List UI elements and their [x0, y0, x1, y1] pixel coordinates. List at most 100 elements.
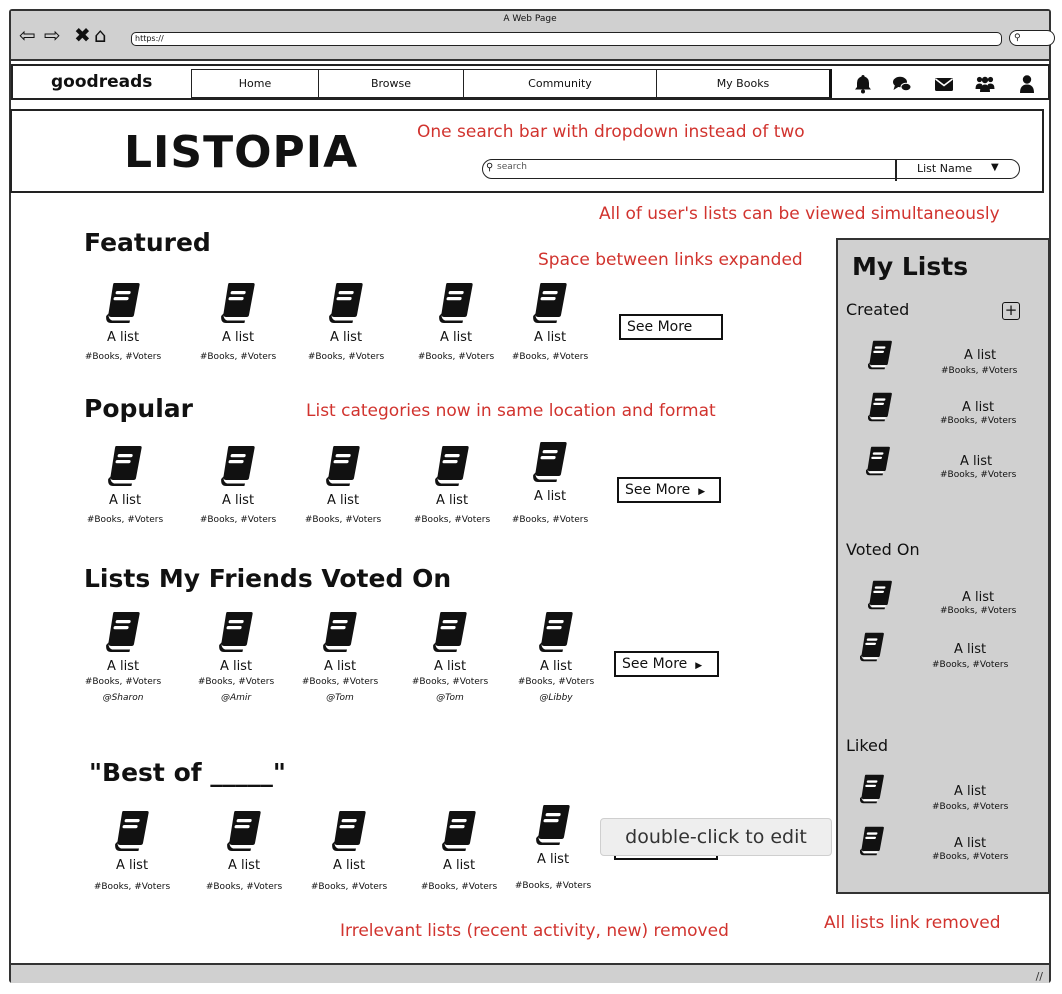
list-item[interactable]: A list #Books, #Voters [73, 282, 173, 362]
search-icon: ⚲ [1014, 33, 1021, 43]
list-title: A list [442, 858, 476, 873]
created-heading: Created [846, 300, 910, 319]
see-more-label: See More [627, 319, 693, 335]
goodreads-logo[interactable]: goodreads [51, 72, 152, 92]
list-tags: #Books, #Voters [413, 515, 491, 525]
book-icon [856, 774, 888, 804]
list-tags: #Books, #Voters [932, 802, 1009, 812]
section-title-featured: Featured [84, 228, 211, 257]
list-item[interactable]: A list #Books, #Voters [299, 810, 399, 892]
search-icon: ⚲ [486, 162, 494, 173]
book-icon [441, 810, 477, 852]
friend-username[interactable]: @Libby [506, 693, 606, 703]
voted-on-heading: Voted On [846, 540, 920, 559]
friend-username[interactable]: @Amir [186, 693, 286, 703]
list-tags: #Books, #Voters [941, 366, 1018, 376]
list-title: A list [954, 836, 987, 851]
list-item[interactable]: A list #Books, #Voters @Sharon [73, 611, 173, 703]
list-tags: #Books, #Voters [940, 416, 1017, 426]
annotation-search: One search bar with dropdown instead of … [417, 122, 805, 142]
section-title-best-of: "Best of _____" [89, 758, 286, 787]
list-item[interactable]: A list #Books, #Voters [402, 445, 502, 525]
list-item[interactable]: A list #Books, #Voters [194, 810, 294, 892]
browser-search-field[interactable]: ⚲ [1009, 30, 1055, 46]
see-more-button[interactable]: See More ▶ [617, 477, 721, 503]
list-item[interactable]: A list #Books, #Voters @Amir [186, 611, 286, 703]
section-title-friends-voted: Lists My Friends Voted On [84, 564, 452, 593]
list-item[interactable]: A list #Books, #Voters [500, 441, 600, 525]
back-icon[interactable]: ⇦ [19, 25, 36, 45]
home-icon[interactable]: ⌂ [94, 25, 107, 45]
list-tags: #Books, #Voters [417, 352, 495, 362]
forward-icon[interactable]: ⇨ [44, 25, 61, 45]
friend-username[interactable]: @Tom [400, 693, 500, 703]
list-item[interactable]: A list #Books, #Voters @Tom [400, 611, 500, 703]
resize-grip-icon[interactable]: // [1036, 970, 1043, 983]
book-icon [856, 632, 888, 662]
chevron-down-icon[interactable]: ▼ [991, 162, 999, 173]
list-title: A list [115, 858, 149, 873]
list-title: A list [536, 852, 570, 867]
list-item[interactable]: A list #Books, #Voters [503, 804, 603, 891]
list-tags: #Books, #Voters [411, 677, 489, 687]
mail-icon[interactable] [934, 74, 954, 94]
list-title: A list [106, 659, 140, 674]
list-tags: #Books, #Voters [199, 352, 277, 362]
list-item[interactable]: A list #Books, #Voters [409, 810, 509, 892]
list-item[interactable]: A list #Books, #Voters [188, 282, 288, 362]
list-tags: #Books, #Voters [86, 515, 164, 525]
friend-username[interactable]: @Sharon [73, 693, 173, 703]
list-item[interactable]: A list #Books, #Voters [75, 445, 175, 525]
nav-browse[interactable]: Browse [319, 70, 464, 97]
list-title: A list [962, 400, 995, 415]
friends-icon[interactable] [975, 74, 995, 94]
bell-icon[interactable] [853, 74, 873, 94]
list-item[interactable]: A list #Books, #Voters [293, 445, 393, 525]
book-icon [226, 810, 262, 852]
list-title: A list [329, 330, 363, 345]
book-icon [325, 445, 361, 487]
nav-my-books[interactable]: My Books [657, 70, 829, 97]
chat-icon[interactable] [892, 74, 912, 94]
list-title: A list [108, 493, 142, 508]
list-item[interactable]: A list #Books, #Voters [500, 282, 600, 362]
annotation-categories: List categories now in same location and… [306, 401, 716, 421]
book-icon [105, 611, 141, 653]
search-input[interactable]: search [497, 162, 527, 172]
list-tags: #Books, #Voters [420, 882, 498, 892]
book-icon [220, 445, 256, 487]
list-tags: #Books, #Voters [93, 882, 171, 892]
nav-home[interactable]: Home [192, 70, 319, 97]
annotation-all-lists-link: All lists link removed [824, 913, 1001, 933]
book-icon [864, 580, 896, 610]
book-icon [432, 611, 468, 653]
annotation-spacing: Space between links expanded [538, 250, 803, 270]
user-icon[interactable] [1017, 74, 1037, 94]
add-list-button[interactable]: + [1002, 302, 1020, 320]
list-item[interactable]: A list #Books, #Voters @Libby [506, 611, 606, 703]
see-more-button[interactable]: See More [619, 314, 723, 340]
search-type-dropdown[interactable]: List Name [917, 162, 972, 175]
search-divider [895, 159, 897, 181]
close-icon[interactable]: ✖ [74, 25, 91, 45]
list-item[interactable]: A list #Books, #Voters [406, 282, 506, 362]
friend-username[interactable]: @Tom [290, 693, 390, 703]
list-title: A list [227, 858, 261, 873]
annotation-removed-lists: Irrelevant lists (recent activity, new) … [340, 921, 729, 941]
book-icon [434, 445, 470, 487]
book-icon [331, 810, 367, 852]
list-item[interactable]: A list #Books, #Voters [82, 810, 182, 892]
see-more-button[interactable]: See More ▶ [614, 651, 719, 677]
search-bar[interactable]: ⚲ search List Name ▼ [482, 159, 1020, 181]
list-title: A list [954, 784, 987, 799]
list-title: A list [221, 330, 255, 345]
list-item[interactable]: A list #Books, #Voters [188, 445, 288, 525]
address-bar[interactable]: https:// [131, 32, 1002, 46]
list-tags: #Books, #Voters [301, 677, 379, 687]
list-tags: #Books, #Voters [932, 852, 1009, 862]
book-icon [105, 282, 141, 324]
list-item[interactable]: A list #Books, #Voters [296, 282, 396, 362]
book-icon [864, 392, 896, 422]
nav-community[interactable]: Community [464, 70, 657, 97]
list-item[interactable]: A list #Books, #Voters @Tom [290, 611, 390, 703]
